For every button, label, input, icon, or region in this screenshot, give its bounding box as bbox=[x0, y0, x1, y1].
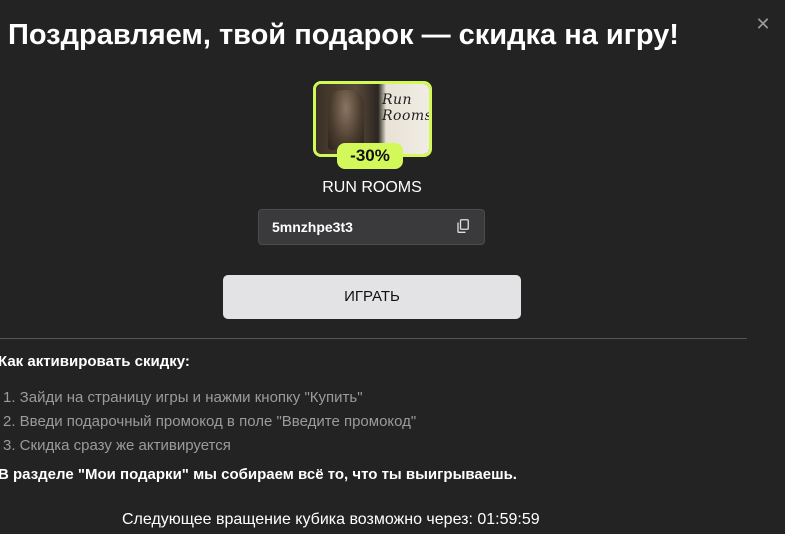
divider bbox=[0, 338, 747, 339]
close-icon[interactable]: ✕ bbox=[755, 15, 771, 33]
discount-badge: -30% bbox=[337, 143, 403, 169]
howto-step: 3. Скидка сразу же активируется bbox=[3, 437, 231, 454]
game-title: RUN ROOMS bbox=[322, 179, 422, 196]
howto-step: 1. Зайди на страницу игры и нажми кнопку… bbox=[3, 389, 363, 406]
howto-step: 2. Введи подарочный промокод в поле "Вве… bbox=[3, 413, 417, 430]
gifts-note: В разделе "Мои подарки" мы собираем всё … bbox=[0, 466, 517, 483]
promo-code-value: 5mnzhpe3t3 bbox=[272, 219, 353, 235]
modal-title: Поздравляем, твой подарок — скидка на иг… bbox=[8, 19, 679, 51]
play-button[interactable]: ИГРАТЬ bbox=[223, 275, 521, 319]
promo-code-field[interactable]: 5mnzhpe3t3 bbox=[258, 209, 485, 245]
cover-logo-line2: Rooms bbox=[382, 108, 432, 124]
cover-logo-text: Run Rooms bbox=[382, 92, 432, 124]
gift-modal: Поздравляем, твой подарок — скидка на иг… bbox=[0, 0, 785, 534]
next-spin-timer: Следующее вращение кубика возможно через… bbox=[122, 509, 540, 531]
timer-label: Следующее вращение кубика возможно через… bbox=[122, 511, 473, 528]
cover-logo-line1: Run bbox=[382, 92, 413, 108]
howto-title: Как активировать скидку: bbox=[0, 353, 190, 370]
copy-icon[interactable] bbox=[457, 219, 469, 233]
cover-figure bbox=[328, 90, 364, 150]
howto-steps: 1. Зайди на страницу игры и нажми кнопку… bbox=[3, 386, 416, 458]
timer-value: 01:59:59 bbox=[477, 511, 540, 528]
